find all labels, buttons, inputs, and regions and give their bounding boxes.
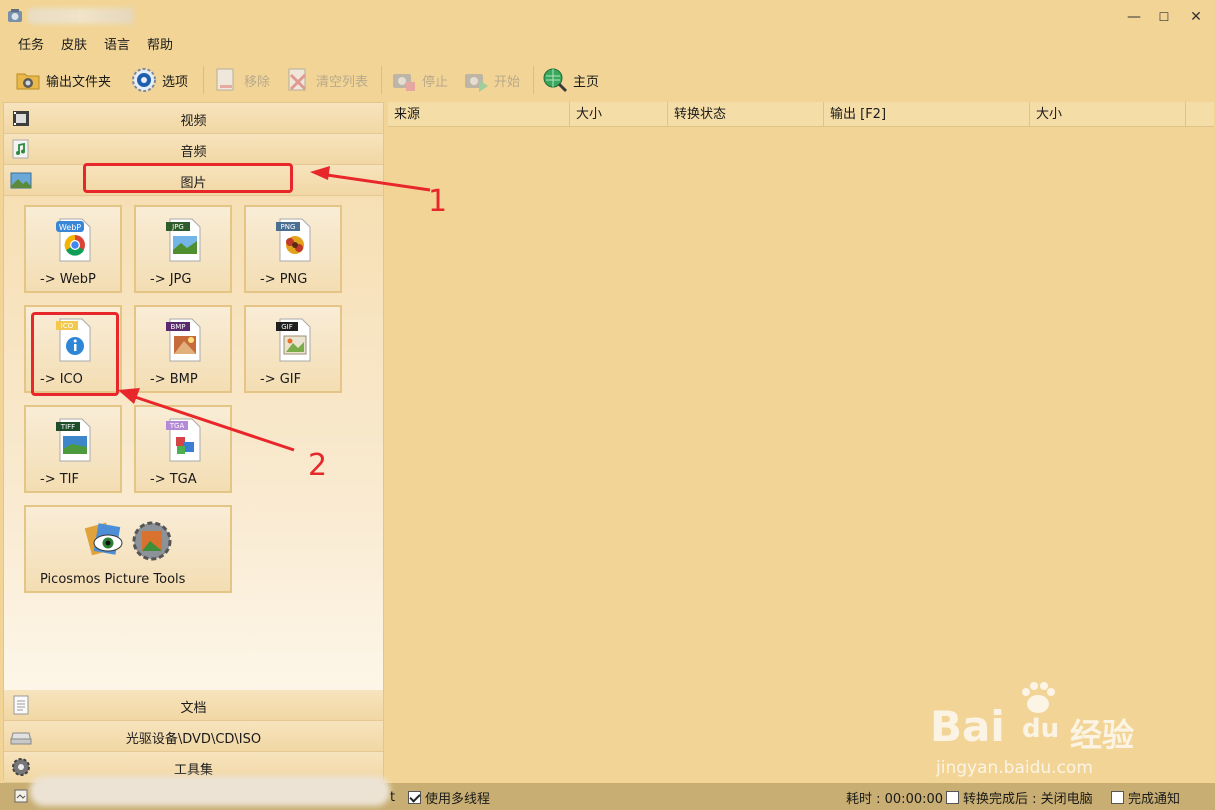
bmp-file-icon: BMP	[166, 318, 201, 362]
notify-label: 完成通知	[1128, 791, 1181, 807]
multithread-label: 使用多线程	[425, 791, 491, 807]
svg-text:JPG: JPG	[171, 223, 184, 231]
picosmos-tools-icon	[84, 521, 172, 561]
column-output[interactable]: 输出 [F2]	[824, 102, 1030, 127]
tile-to-png-label: -> PNG	[260, 272, 308, 287]
start-button[interactable]: 开始	[462, 63, 520, 97]
menu-bar: 任务 皮肤 语言 帮助	[0, 34, 1215, 58]
column-filler	[1186, 102, 1214, 127]
svg-text:PNG: PNG	[281, 223, 296, 231]
column-output-size[interactable]: 大小	[1030, 102, 1186, 127]
close-button[interactable]: ✕	[1183, 6, 1209, 28]
annotation-number-1: 1	[428, 184, 448, 219]
annotation-arrow-2	[118, 388, 295, 452]
output-folder-label: 输出文件夹	[46, 74, 112, 90]
options-button[interactable]: 选项	[130, 63, 188, 97]
tile-to-tif-label: -> TIF	[40, 472, 79, 487]
category-document-label: 文档	[180, 701, 207, 716]
stop-label: 停止	[422, 74, 449, 90]
stop-button[interactable]: 停止	[390, 63, 448, 97]
svg-text:BMP: BMP	[170, 323, 185, 331]
globe-search-icon	[543, 68, 568, 93]
remove-button[interactable]: 移除	[212, 63, 270, 97]
svg-text:TIFF: TIFF	[60, 423, 75, 431]
status-blurred-region	[30, 776, 390, 806]
watermark-brand: Bai	[930, 702, 1005, 751]
paw-logo-icon	[1022, 682, 1055, 713]
after-convert-checkbox[interactable]	[946, 790, 959, 804]
tile-to-tga-label: -> TGA	[150, 472, 197, 487]
notify-toggle[interactable]: 完成通知	[1111, 788, 1181, 807]
watermark-du: du	[1022, 714, 1060, 744]
options-label: 选项	[162, 74, 189, 90]
tiff-file-icon: TIFF	[56, 418, 91, 462]
baidu-watermark: Bai du 经验 jingyan.baidu.com	[930, 680, 1170, 780]
column-source[interactable]: 来源	[388, 102, 570, 127]
webp-file-icon: WebP	[56, 218, 91, 262]
category-disc-label: 光驱设备\DVD\CD\ISO	[125, 732, 262, 747]
toolbar-separator	[381, 66, 382, 94]
folder-icon	[16, 73, 40, 90]
category-audio-label: 音频	[180, 145, 207, 160]
stop-icon	[393, 74, 415, 91]
window-title-blurred	[28, 8, 134, 24]
elapsed-time: 耗时 : 00:00:00	[846, 791, 944, 807]
app-icon	[8, 9, 22, 22]
jpg-file-icon: JPG	[166, 218, 201, 262]
tile-to-webp[interactable]: WebP -> WebP	[24, 205, 122, 293]
watermark-url: jingyan.baidu.com	[936, 758, 1093, 778]
column-size[interactable]: 大小	[570, 102, 668, 127]
maximize-button[interactable]: ☐	[1151, 6, 1177, 28]
toolbar: 输出文件夹 选项 移除 清空列表 停止 开始 主页	[0, 60, 1215, 100]
status-icon	[14, 789, 28, 803]
remove-icon	[216, 68, 234, 91]
annotation-box-picture	[83, 163, 293, 193]
svg-text:GIF: GIF	[281, 323, 293, 331]
tile-to-tif[interactable]: TIFF -> TIF	[24, 405, 122, 493]
menu-help[interactable]: 帮助	[147, 37, 173, 55]
tile-to-webp-label: -> WebP	[40, 272, 96, 287]
category-disc[interactable]: 光驱设备\DVD\CD\ISO	[4, 721, 383, 752]
tile-to-png[interactable]: PNG -> PNG	[244, 205, 342, 293]
category-video-label: 视频	[180, 114, 207, 129]
annotation-number-2: 2	[308, 448, 328, 483]
file-list: 来源 大小 转换状态 输出 [F2] 大小	[388, 102, 1214, 780]
menu-language[interactable]: 语言	[104, 37, 130, 55]
tile-picosmos-tools[interactable]: Picosmos Picture Tools	[24, 505, 232, 593]
category-document[interactable]: 文档	[4, 690, 383, 721]
png-file-icon: PNG	[276, 218, 311, 262]
tile-to-jpg[interactable]: JPG -> JPG	[134, 205, 232, 293]
start-label: 开始	[494, 74, 521, 90]
clear-list-label: 清空列表	[316, 74, 369, 90]
home-label: 主页	[573, 74, 600, 90]
multithread-toggle[interactable]: 使用多线程	[408, 788, 491, 807]
remove-label: 移除	[244, 74, 271, 90]
tile-to-jpg-label: -> JPG	[150, 272, 192, 287]
svg-text:WebP: WebP	[59, 223, 81, 232]
toolbar-separator	[533, 66, 534, 94]
gear-icon	[132, 68, 156, 92]
category-video[interactable]: 视频	[4, 103, 383, 134]
output-folder-button[interactable]: 输出文件夹	[14, 63, 111, 97]
after-convert-toggle[interactable]: 转换完成后 : 关闭电脑	[946, 788, 1093, 807]
gif-file-icon: GIF	[276, 318, 311, 362]
start-icon	[465, 74, 488, 92]
after-convert-label: 转换完成后 : 关闭电脑	[963, 791, 1093, 807]
tile-picosmos-tools-label: Picosmos Picture Tools	[40, 572, 186, 587]
status-stray-char: t	[390, 789, 396, 805]
annotation-box-ico	[31, 312, 119, 396]
home-button[interactable]: 主页	[541, 63, 599, 97]
menu-task[interactable]: 任务	[18, 37, 44, 55]
minimize-button[interactable]: —	[1121, 6, 1147, 28]
multithread-checkbox[interactable]	[408, 790, 421, 804]
clear-list-icon	[288, 68, 307, 91]
toolbar-separator	[203, 66, 204, 94]
notify-checkbox[interactable]	[1111, 790, 1124, 804]
menu-skin[interactable]: 皮肤	[61, 37, 87, 55]
watermark-jingyan: 经验	[1070, 716, 1135, 754]
title-bar: — ☐ ✕	[0, 0, 1215, 34]
column-convert-status[interactable]: 转换状态	[668, 102, 824, 127]
clear-list-button[interactable]: 清空列表	[284, 63, 368, 97]
